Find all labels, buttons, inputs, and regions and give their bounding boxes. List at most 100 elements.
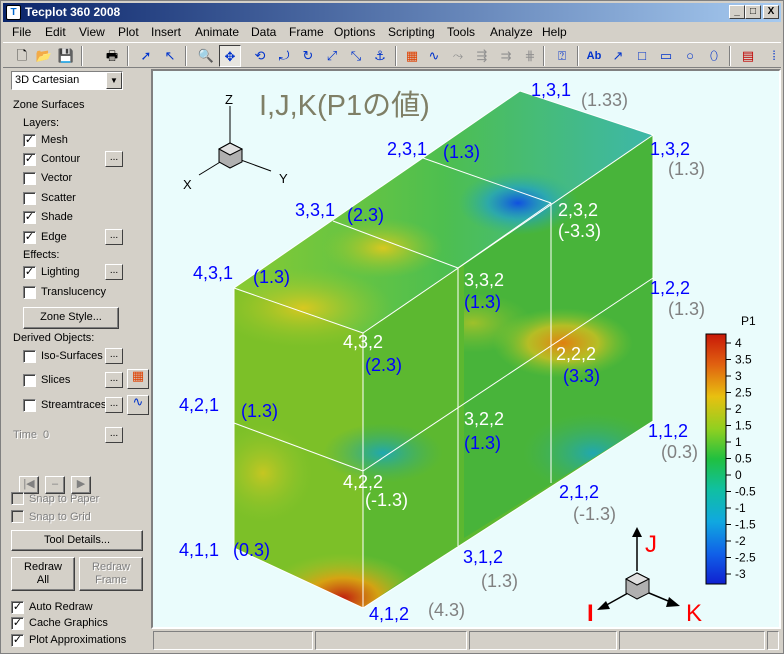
translate-cross-icon[interactable]: ✥ [219,45,241,67]
auto-redraw-label: Auto Redraw [29,601,93,613]
streamtraces-details-button[interactable]: ... [105,397,123,413]
node-index-label: 1,2,2 [650,278,690,298]
menu-scripting[interactable]: Scripting [388,25,435,39]
cache-graphics-checkbox[interactable]: ✓ [11,617,24,630]
close-button[interactable]: X [763,5,779,19]
iso-surfaces-checkbox[interactable] [23,350,36,363]
edge-checkbox[interactable]: ✓ [23,231,36,244]
mesh-checkbox[interactable]: ✓ [23,134,36,147]
polyline-tool-icon[interactable]: ↗ [607,45,629,67]
more-tools-icon[interactable]: ⁞ [763,45,784,67]
lighting-details-button[interactable]: ... [105,264,123,280]
plot-approximations-checkbox[interactable]: ✓ [11,634,24,647]
slices-checkbox[interactable] [23,374,36,387]
tecplot-app-icon[interactable]: T [6,5,21,20]
menu-view[interactable]: View [79,25,105,39]
menu-data[interactable]: Data [251,25,276,39]
contour-probe-icon[interactable]: ▦ [401,45,423,67]
contour-checkbox[interactable]: ✓ [23,153,36,166]
plot-workspace[interactable]: Z X Y I,J,K(P1の値) 1,3,1 (1.33) 2,3,1 (1.… [151,69,781,629]
plot-svg[interactable]: Z X Y I,J,K(P1の値) 1,3,1 (1.33) 2,3,1 (1.… [153,71,779,627]
node-value-label: (1.3) [464,433,501,453]
streamtrace-icon[interactable]: ∿ [423,45,445,67]
scatter-checkbox[interactable] [23,192,36,205]
node-index-label: 1,3,2 [650,139,690,159]
menu-file[interactable]: File [12,25,31,39]
streamtrace-volume-icon[interactable]: ⋕ [519,45,541,67]
shade-checkbox[interactable]: ✓ [23,211,36,224]
menu-edit[interactable]: Edit [45,25,66,39]
lighting-checkbox[interactable]: ✓ [23,266,36,279]
plot-type-select[interactable]: 3D Cartesian ▼ [11,71,123,90]
slice-tool-icon[interactable]: ▦ [127,369,149,389]
menu-plot[interactable]: Plot [118,25,139,39]
streamtrace-tool-icon[interactable]: ∿ [127,395,149,415]
maximize-button[interactable]: □ [745,5,761,19]
edge-details-button[interactable]: ... [105,229,123,245]
streamtrace-line-icon[interactable]: ⤳ [447,45,469,67]
minimize-button[interactable]: _ [729,5,745,19]
tool-details-button[interactable]: Tool Details... [11,530,143,551]
node-value-label: (1.3) [668,299,705,319]
rectangle-tool-icon[interactable]: ▭ [655,45,677,67]
step-minus-icon[interactable]: – [45,476,65,494]
menu-analyze[interactable]: Analyze [490,25,533,39]
menu-insert[interactable]: Insert [151,25,181,39]
ellipse-tool-icon[interactable]: ⬯ [703,45,725,67]
menu-help[interactable]: Help [542,25,567,39]
node-index-label: 3,1,2 [463,547,503,567]
status-pane [619,631,765,650]
legend-tick-label: 3.5 [735,353,752,367]
chevron-down-icon[interactable]: ▼ [106,72,122,89]
menu-options[interactable]: Options [334,25,375,39]
node-value-label: (-3.3) [558,221,601,241]
adjustor-arrow-icon[interactable]: ↖ [159,45,181,67]
zone-style-button[interactable]: Zone Style... [23,307,119,329]
rotate-spherical-icon[interactable]: ⟲ [249,45,271,67]
node-index-label: 4,2,1 [179,395,219,415]
rotate-twist-icon[interactable]: ↻ [297,45,319,67]
iso-surfaces-details-button[interactable]: ... [105,348,123,364]
time-details-button[interactable]: ... [105,427,123,443]
rotate-rollerball-icon[interactable]: ⤾ [273,45,295,67]
frame-tool-icon[interactable]: ▤ [737,45,759,67]
open-folder-icon[interactable]: 📂 [33,45,55,67]
save-disk-icon[interactable]: 💾 [55,45,77,67]
contour-details-button[interactable]: ... [105,151,123,167]
streamtrace-rake-icon[interactable]: ⇶ [471,45,493,67]
new-file-icon[interactable]: 🗋 [11,45,33,67]
redraw-frame-button[interactable]: Redraw Frame [79,557,143,591]
auto-redraw-checkbox[interactable]: ✓ [11,601,24,614]
print-icon[interactable]: 🖶 [101,45,123,67]
rotate-z-icon[interactable]: ⚓ [369,45,391,67]
title-bar[interactable]: T Tecplot 360 2008 [3,3,781,22]
menu-tools[interactable]: Tools [447,25,475,39]
selector-arrow-icon[interactable]: ➚ [135,45,157,67]
translucency-checkbox[interactable] [23,286,36,299]
snap-to-grid-checkbox[interactable] [11,510,24,523]
rotate-y-icon[interactable]: ⤡ [345,45,367,67]
rotate-x-icon[interactable]: ⤢ [321,45,343,67]
snap-to-paper-checkbox[interactable] [11,492,24,505]
streamtrace-zone-icon[interactable]: ⇉ [495,45,517,67]
node-value-label: (2.3) [347,205,384,225]
redraw-all-button[interactable]: Redraw All [11,557,75,591]
node-value-label: (3.3) [563,366,600,386]
vector-checkbox[interactable] [23,172,36,185]
text-tool-icon[interactable]: Ab [583,45,605,67]
node-index-label: 2,2,2 [556,344,596,364]
slices-details-button[interactable]: ... [105,372,123,388]
step-forward-icon[interactable]: ▶ [71,476,91,494]
menu-animate[interactable]: Animate [195,25,239,39]
cache-graphics-label: Cache Graphics [29,617,108,629]
streamtraces-checkbox[interactable] [23,399,36,412]
menu-frame[interactable]: Frame [289,25,324,39]
snap-to-paper-label: Snap to Paper [29,493,100,505]
node-index-label: 2,1,2 [559,482,599,502]
square-tool-icon[interactable]: □ [631,45,653,67]
resize-grip[interactable] [767,631,779,650]
circle-tool-icon[interactable]: ○ [679,45,701,67]
probe-query-icon[interactable]: ⍰ [551,45,573,67]
node-value-label: (1.33) [581,90,628,110]
zoom-magnifier-icon[interactable]: 🔍 [195,45,217,67]
